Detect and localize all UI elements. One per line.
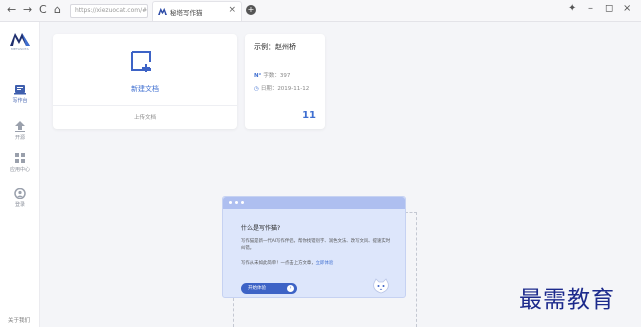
guide-title: 什么是写作猫? bbox=[241, 225, 281, 232]
clock-icon: ◷ bbox=[254, 86, 259, 92]
popup-header bbox=[223, 197, 405, 209]
error-count-badge: 11 bbox=[302, 110, 316, 121]
guide-try-text: 写作从未如此简单！一点击上方文章， bbox=[241, 261, 316, 266]
tab-close-icon[interactable]: × bbox=[228, 5, 236, 15]
metasota-logo-icon bbox=[10, 33, 30, 46]
reload-icon[interactable]: C bbox=[39, 3, 47, 17]
sidebar: METASOTA 写作台 开源 应用中心 登录 关于我们 bbox=[0, 22, 40, 327]
logo-text: METASOTA bbox=[11, 47, 29, 51]
back-icon[interactable]: ← bbox=[7, 3, 16, 17]
date-text: 日期：2019-11-12 bbox=[260, 86, 310, 92]
new-document-icon bbox=[131, 51, 151, 72]
window-dot-icon bbox=[241, 201, 244, 204]
example-document-card[interactable]: 示例：赵州桥 N° 字数：397 ◷ 日期：2019-11-12 11 bbox=[245, 34, 325, 129]
card-divider bbox=[53, 105, 237, 106]
browser-toolbar: ← → C ⌂ https://xiezuocat.com/#/ 秘塔写作猫 ×… bbox=[0, 0, 641, 22]
browser-tab[interactable]: 秘塔写作猫 × bbox=[152, 1, 242, 21]
example-title: 示例：赵州桥 bbox=[254, 43, 296, 51]
sidebar-item-label: 开源 bbox=[14, 135, 25, 141]
sidebar-item-label: 应用中心 bbox=[9, 167, 30, 173]
word-count-text: 字数：397 bbox=[263, 73, 291, 79]
document-icon bbox=[14, 85, 26, 95]
guide-connector bbox=[233, 298, 234, 327]
user-icon bbox=[14, 188, 26, 199]
guide-connector bbox=[416, 212, 417, 327]
watermark-text: 最需教育 bbox=[519, 287, 615, 313]
try-now-link[interactable]: 立即体验 bbox=[316, 261, 334, 266]
start-button-label: 开始体验 bbox=[248, 286, 266, 291]
forward-icon[interactable]: → bbox=[23, 3, 32, 17]
sidebar-item-app-center[interactable]: 应用中心 bbox=[0, 153, 40, 179]
word-count-icon: N° bbox=[254, 73, 262, 79]
cat-mascot-icon bbox=[373, 278, 389, 294]
site-logo-icon bbox=[158, 7, 167, 15]
maximize-icon[interactable]: ◻ bbox=[605, 3, 613, 14]
new-document-card[interactable]: 新建文档 上传文档 bbox=[53, 34, 237, 129]
word-count: N° 字数：397 bbox=[254, 71, 290, 79]
grid-icon bbox=[15, 153, 25, 163]
intro-guide-popup: 什么是写作猫? 写作猫是新一代AI写作伴侣，帮你找错别字、润色文法、改写文风、提… bbox=[222, 196, 406, 298]
address-bar[interactable]: https://xiezuocat.com/#/ bbox=[70, 4, 148, 18]
sidebar-item-login[interactable]: 登录 bbox=[0, 188, 40, 214]
upload-document-button[interactable]: 上传文档 bbox=[53, 113, 237, 121]
new-tab-icon[interactable]: + bbox=[246, 5, 256, 15]
pin-icon[interactable]: ✦ bbox=[568, 3, 576, 14]
arrow-right-icon: › bbox=[287, 285, 294, 292]
app-logo[interactable]: METASOTA bbox=[7, 32, 33, 51]
guide-description: 写作猫是新一代AI写作伴侣，帮你找错别字、润色文法、改写文风、提速实时纠错。 bbox=[241, 239, 391, 251]
window-dot-icon bbox=[229, 201, 232, 204]
guide-try-line: 写作从未如此简单！一点击上方文章，立即体验 bbox=[241, 260, 333, 266]
tab-title: 秘塔写作猫 bbox=[170, 9, 203, 17]
home-icon[interactable]: ⌂ bbox=[54, 3, 61, 17]
window-dot-icon bbox=[235, 201, 238, 204]
upload-icon bbox=[15, 121, 25, 132]
about-us-link[interactable]: 关于我们 bbox=[8, 316, 30, 324]
minimize-icon[interactable]: – bbox=[588, 3, 593, 14]
close-window-icon[interactable]: × bbox=[623, 3, 631, 14]
sidebar-item-label: 写作台 bbox=[12, 98, 28, 104]
start-experience-button[interactable]: 开始体验 › bbox=[241, 283, 297, 294]
sidebar-item-label: 登录 bbox=[14, 202, 25, 208]
sidebar-item-open-source[interactable]: 开源 bbox=[0, 121, 40, 147]
new-document-label: 新建文档 bbox=[131, 85, 159, 93]
date-info: ◷ 日期：2019-11-12 bbox=[254, 84, 309, 92]
sidebar-item-writing-desk[interactable]: 写作台 bbox=[0, 84, 40, 110]
